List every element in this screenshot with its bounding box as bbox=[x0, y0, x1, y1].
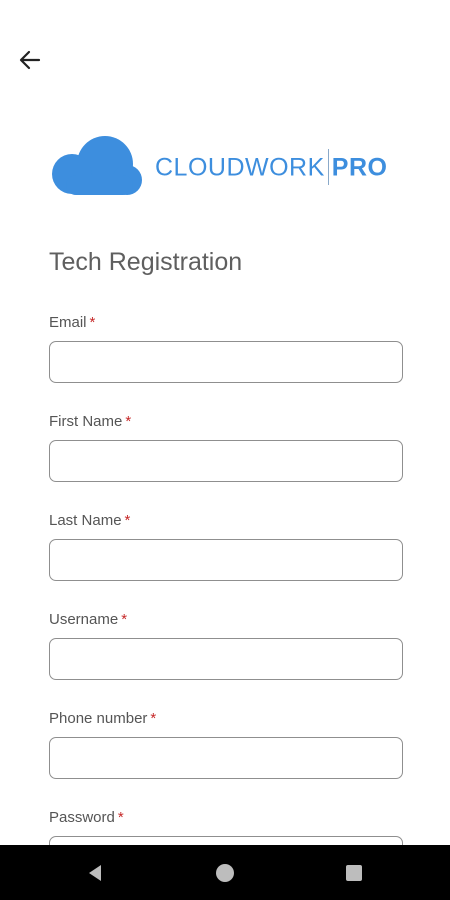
first-name-input[interactable] bbox=[49, 440, 403, 482]
required-marker: * bbox=[125, 413, 132, 430]
logo-pro-text: PRO bbox=[331, 153, 388, 182]
last-name-input[interactable] bbox=[49, 539, 403, 581]
system-back-button[interactable] bbox=[82, 860, 108, 886]
back-button[interactable] bbox=[14, 46, 46, 74]
password-label: Password bbox=[49, 809, 115, 826]
required-marker: * bbox=[121, 611, 128, 628]
registration-screen: CLOUDWORK PRO Tech Registration Email * Fi… bbox=[0, 0, 450, 845]
email-field: Email * bbox=[49, 313, 403, 383]
username-input[interactable] bbox=[49, 638, 403, 680]
page-title: Tech Registration bbox=[49, 248, 243, 276]
phone-number-field: Phone number * bbox=[49, 709, 403, 779]
username-field: Username * bbox=[49, 610, 403, 680]
circle-home-icon bbox=[216, 864, 234, 882]
required-marker: * bbox=[117, 809, 124, 826]
cloudwork-pro-logo: CLOUDWORK PRO bbox=[48, 135, 388, 199]
required-marker: * bbox=[124, 512, 131, 529]
last-name-field: Last Name * bbox=[49, 511, 403, 581]
system-home-button[interactable] bbox=[212, 860, 238, 886]
required-marker: * bbox=[150, 710, 157, 727]
system-recents-button[interactable] bbox=[341, 860, 367, 886]
first-name-label: First Name bbox=[49, 413, 123, 430]
username-label: Username bbox=[49, 611, 119, 628]
password-field: Password * bbox=[49, 808, 403, 845]
logo-brand-text: CLOUDWORK bbox=[155, 153, 325, 182]
password-input[interactable] bbox=[49, 836, 403, 845]
required-marker: * bbox=[89, 314, 96, 331]
logo-divider bbox=[327, 149, 329, 185]
triangle-back-icon bbox=[89, 865, 101, 881]
phone-number-input[interactable] bbox=[49, 737, 403, 779]
square-recents-icon bbox=[346, 865, 362, 881]
phone-number-label: Phone number bbox=[49, 710, 148, 727]
arrow-left-icon bbox=[19, 50, 41, 70]
email-label: Email bbox=[49, 314, 87, 331]
system-navigation-bar bbox=[0, 845, 450, 900]
cloud-icon bbox=[52, 136, 142, 195]
last-name-label: Last Name bbox=[49, 512, 122, 529]
first-name-field: First Name * bbox=[49, 412, 403, 482]
email-input[interactable] bbox=[49, 341, 403, 383]
